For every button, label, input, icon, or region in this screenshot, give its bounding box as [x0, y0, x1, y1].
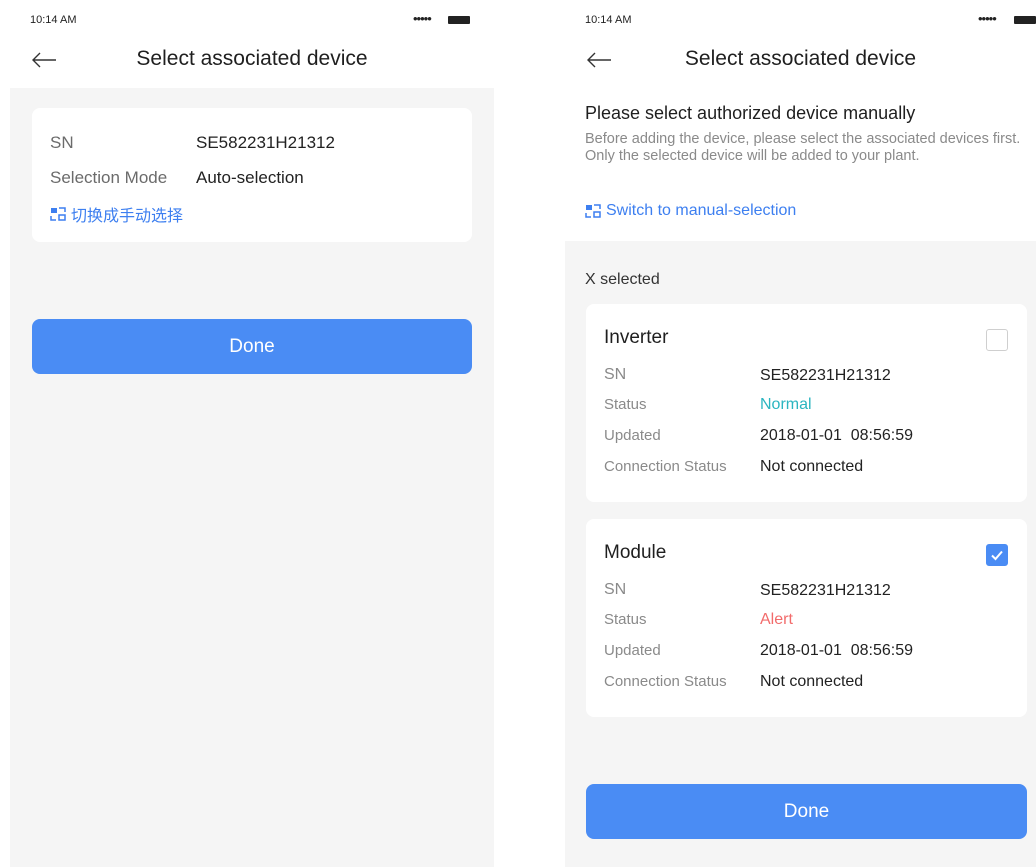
manual-selection-screen: 10:14 AM ••••• Select associated device …	[565, 0, 1036, 867]
connection-label: Connection Status	[604, 673, 727, 690]
nav-bar: Select associated device	[10, 36, 494, 88]
updated-value: 2018-01-01 08:56:59	[760, 427, 914, 444]
switch-to-manual-link[interactable]: Switch to manual-selection	[585, 202, 796, 220]
switch-to-manual-link[interactable]: 切换成手动选择	[50, 202, 183, 226]
updated-value: 2018-01-01 08:56:59	[760, 642, 914, 659]
device-checkbox[interactable]	[986, 329, 1008, 351]
sn-value: SE582231H21312	[760, 582, 891, 599]
battery-icon	[1014, 16, 1036, 24]
manual-selection-heading: Please select authorized device manually	[585, 103, 916, 123]
status-value: Normal	[760, 396, 812, 413]
device-name: Inverter	[604, 327, 669, 348]
device-card-inverter[interactable]: Inverter SN SE582231H21312 Status Normal…	[586, 304, 1027, 502]
battery-icon	[448, 16, 470, 24]
status-label: Status	[604, 396, 647, 413]
sn-label: SN	[604, 366, 627, 383]
status-label: Status	[604, 611, 647, 628]
status-value: Alert	[760, 611, 793, 628]
auto-selection-screen: 10:14 AM ••••• Select associated device …	[10, 0, 494, 867]
sn-label: SN	[604, 581, 627, 598]
status-time: 10:14 AM	[30, 14, 77, 26]
device-name: Module	[604, 542, 667, 563]
device-info-card: SN SE582231H21312 Selection Mode Auto-se…	[32, 108, 472, 242]
status-time: 10:14 AM	[585, 14, 632, 26]
status-bar: 10:14 AM •••••	[10, 0, 494, 36]
updated-label: Updated	[604, 642, 661, 659]
selected-count: X selected	[585, 271, 660, 288]
updated-label: Updated	[604, 427, 661, 444]
signal-icon: •••••	[413, 11, 432, 26]
signal-icon: •••••	[978, 11, 997, 26]
page-title: Select associated device	[684, 47, 917, 70]
selection-mode-value: Auto-selection	[196, 168, 304, 187]
sn-value: SE582231H21312	[196, 133, 335, 152]
nav-bar: Select associated device	[565, 36, 1036, 88]
connection-value: Not connected	[760, 673, 864, 690]
selection-mode-label: Selection Mode	[50, 168, 168, 187]
switch-icon	[585, 204, 601, 218]
manual-selection-description: Before adding the device, please select …	[585, 131, 1021, 164]
connection-label: Connection Status	[604, 458, 727, 475]
switch-label: 切换成手动选择	[71, 208, 184, 225]
checkmark-icon	[991, 550, 1003, 561]
page-title: Select associated device	[136, 47, 368, 70]
status-bar: 10:14 AM •••••	[565, 0, 1036, 36]
sn-label: SN	[50, 133, 74, 152]
sn-value: SE582231H21312	[760, 367, 891, 384]
done-button[interactable]: Done	[32, 319, 472, 374]
connection-value: Not connected	[760, 458, 864, 475]
device-card-module[interactable]: Module SN SE582231H21312 Status Alert Up…	[586, 519, 1027, 717]
device-checkbox[interactable]	[986, 544, 1008, 566]
done-button[interactable]: Done	[586, 784, 1027, 839]
switch-icon	[50, 207, 66, 221]
switch-label: Switch to manual-selection	[606, 202, 797, 219]
